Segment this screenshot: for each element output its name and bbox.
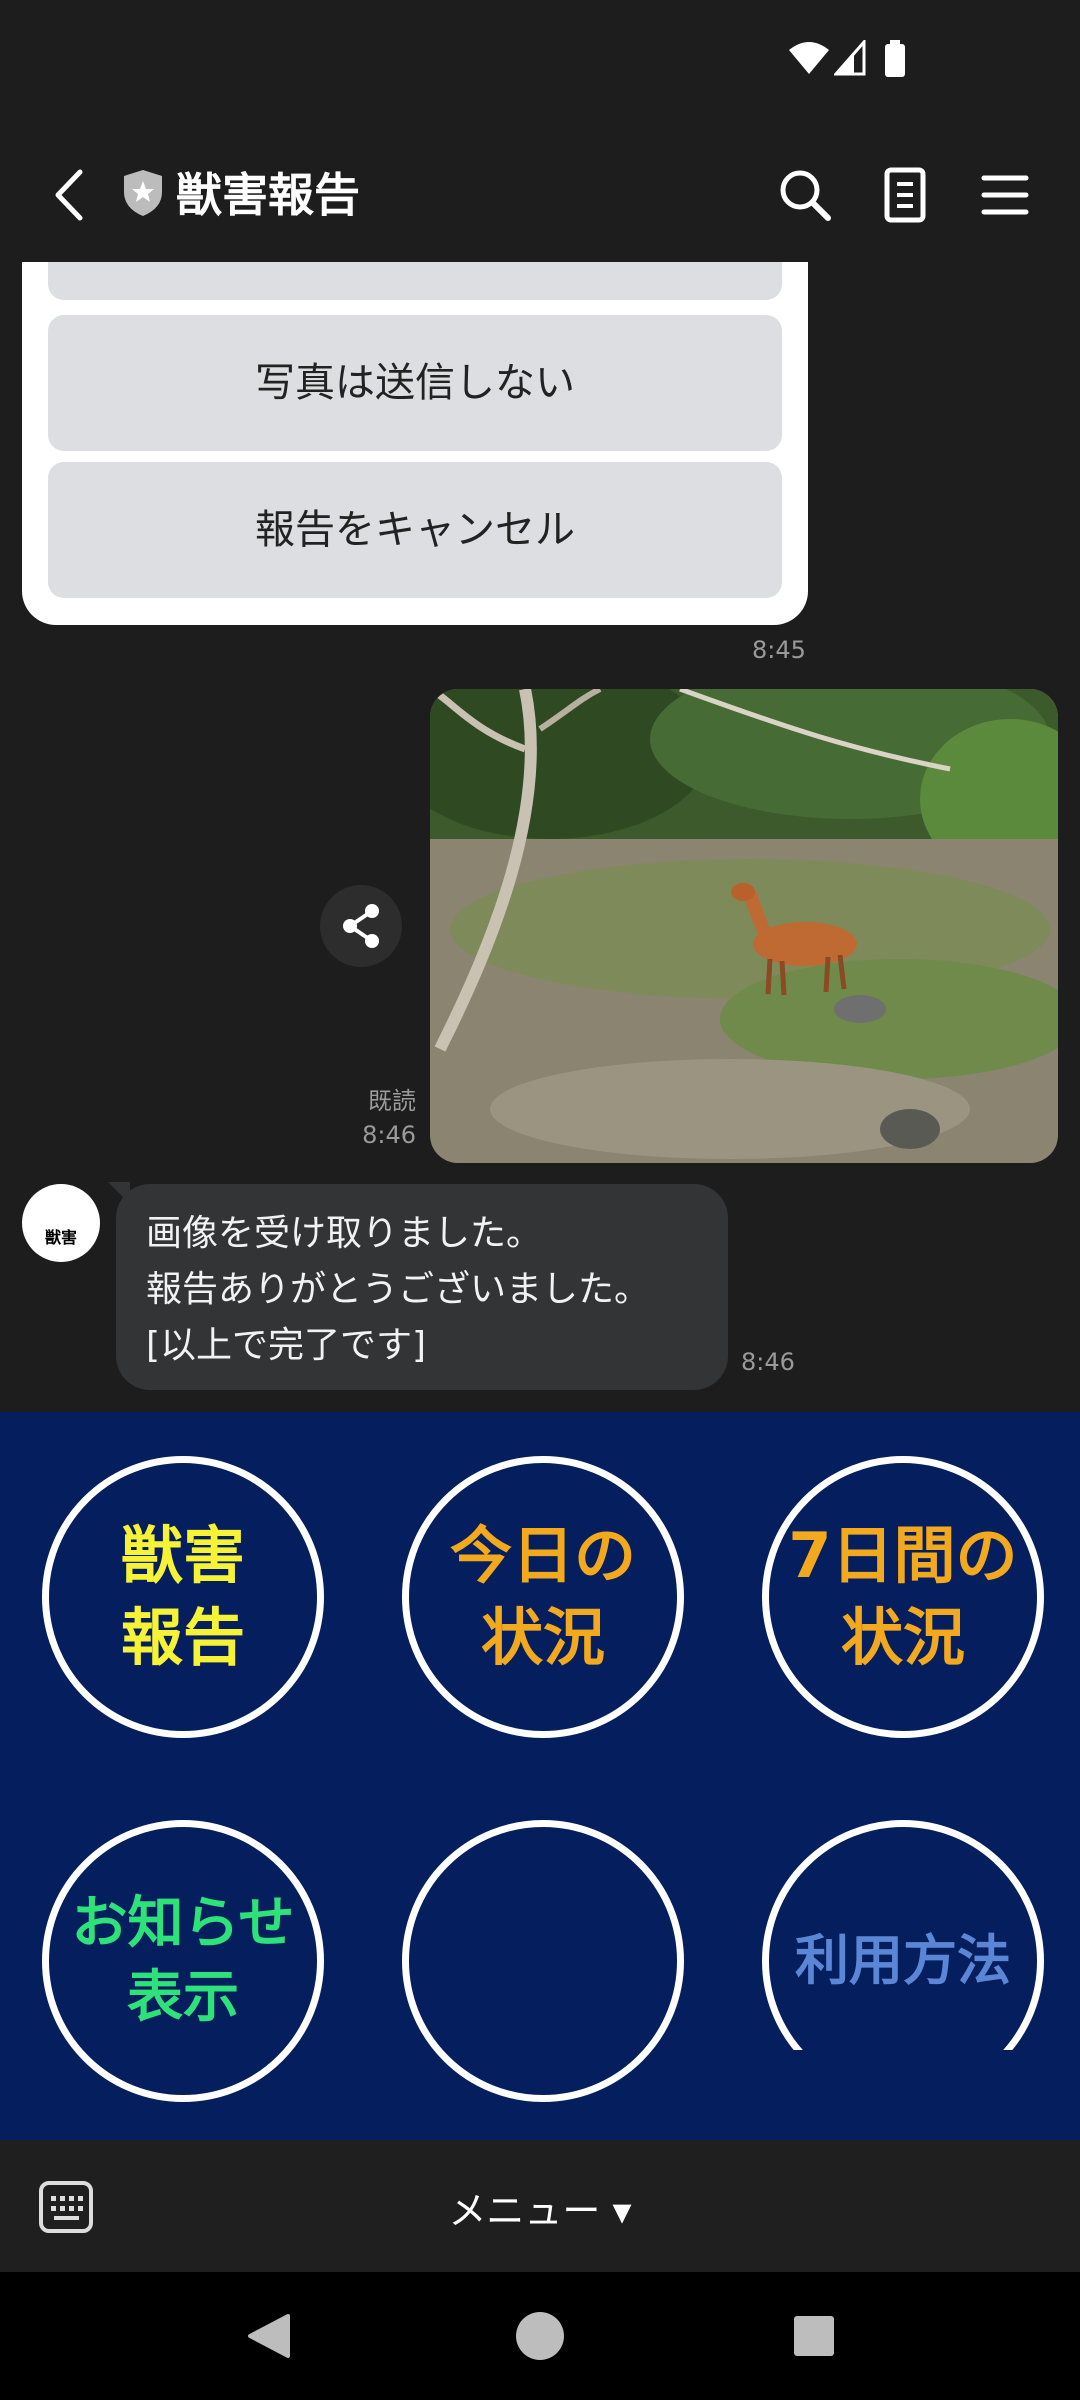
bot-message-line: [以上で完了です]	[146, 1325, 427, 1366]
bot-avatar[interactable]: 獣害	[22, 1184, 100, 1262]
rich-menu-label: 獣害 報告	[120, 1519, 245, 1674]
share-icon	[343, 904, 379, 948]
read-label: 既読	[368, 1087, 416, 1115]
rich-menu-bottom-edge	[760, 2050, 1050, 2140]
nav-back-icon[interactable]	[240, 2308, 296, 2364]
nav-recents-icon[interactable]	[786, 2308, 842, 2364]
rich-menu-label: 今日の 状況	[449, 1519, 636, 1674]
status-bar	[0, 0, 1080, 130]
rich-menu-empty-button[interactable]	[402, 1820, 684, 2102]
rich-menu-label: 7日間の 状況	[788, 1519, 1018, 1674]
battery-icon	[885, 40, 905, 77]
rich-menu-label: 利用方法	[795, 1929, 1011, 1992]
share-button[interactable]	[320, 885, 402, 967]
rich-menu-report-button[interactable]: 獣害 報告	[42, 1456, 324, 1738]
bot-message-line: 報告ありがとうございました。	[146, 1269, 651, 1310]
notes-icon[interactable]	[870, 160, 940, 230]
rich-menu-label: お知らせ 表示	[71, 1891, 295, 2030]
search-icon[interactable]	[770, 160, 840, 230]
shield-icon	[124, 170, 162, 216]
hamburger-menu-icon[interactable]	[970, 160, 1040, 230]
quick-reply-button-partial[interactable]	[48, 262, 782, 300]
rich-menu-today-button[interactable]: 今日の 状況	[402, 1456, 684, 1738]
quick-reply-card: 写真は送信しない 報告をキャンセル	[22, 262, 808, 625]
avatar-text: 獣害	[44, 1228, 77, 1247]
signal-icon	[834, 40, 866, 76]
bot-message-time: 8:46	[741, 1348, 795, 1376]
bot-message-line: 画像を受け取りました。	[146, 1213, 543, 1254]
quick-reply-no-photo-button[interactable]: 写真は送信しない	[48, 315, 782, 451]
rich-menu: 獣害 報告 今日の 状況 7日間の 状況 お知らせ 表示 利用方法	[0, 1412, 1080, 2140]
quick-reply-cancel-button[interactable]: 報告をキャンセル	[48, 462, 782, 598]
rich-menu-week-button[interactable]: 7日間の 状況	[762, 1456, 1044, 1738]
chat-title: 獣害報告	[176, 168, 360, 222]
chat-area[interactable]: 写真は送信しない 報告をキャンセル 8:45 既読 8:46 獣害 画像を受け取…	[0, 262, 1080, 1412]
rich-menu-notice-button[interactable]: お知らせ 表示	[42, 1820, 324, 2102]
chat-header: 獣害報告	[0, 130, 1080, 262]
nav-home-icon[interactable]	[512, 2308, 568, 2364]
bot-message-bubble[interactable]: 画像を受け取りました。 報告ありがとうございました。 [以上で完了です]	[116, 1184, 728, 1390]
wifi-icon	[789, 42, 829, 74]
deer-photo[interactable]	[430, 689, 1058, 1163]
back-arrow-icon[interactable]	[40, 160, 100, 230]
message-time: 8:45	[752, 636, 806, 664]
system-nav-bar	[0, 2272, 1080, 2400]
photo-time: 8:46	[362, 1121, 416, 1149]
menu-bar: メニュー ▾	[0, 2140, 1080, 2272]
rich-menu-toggle[interactable]: メニュー ▾	[0, 2180, 1080, 2235]
read-receipt: 既読 8:46	[350, 1084, 416, 1152]
